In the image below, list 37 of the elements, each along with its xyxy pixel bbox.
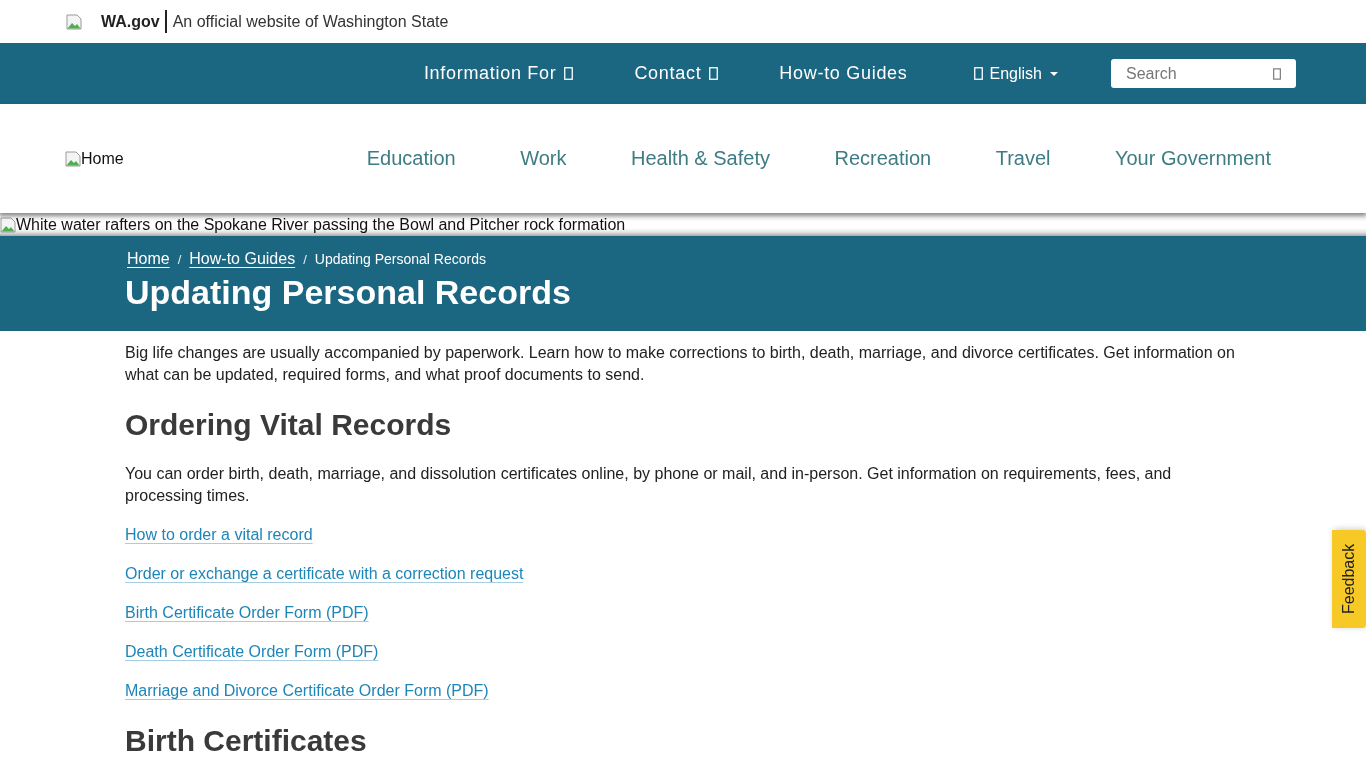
content-link[interactable]: How to order a vital record bbox=[125, 524, 313, 546]
feedback-tab[interactable]: Feedback bbox=[1332, 530, 1366, 628]
missing-glyph-icon bbox=[973, 67, 983, 80]
main-nav-link[interactable]: Education bbox=[366, 147, 456, 170]
content-link[interactable]: Order or exchange a certificate with a correction request bbox=[125, 563, 524, 585]
site-name: WA.gov bbox=[101, 12, 160, 31]
section-heading: Ordering Vital Records bbox=[125, 407, 453, 443]
broken-image-icon bbox=[65, 150, 81, 167]
search-field[interactable]: Search bbox=[1111, 59, 1296, 88]
page-title: Updating Personal Records bbox=[125, 272, 571, 312]
missing-glyph-icon bbox=[1273, 68, 1281, 80]
broken-image-icon bbox=[66, 13, 82, 30]
official-notice: An official website of Washington State bbox=[172, 12, 449, 31]
main-nav-link[interactable]: Travel bbox=[995, 147, 1051, 170]
body-paragraph: You can order birth, death, marriage, and dissolution certificates online, by phone or mail, and in-person. Get information on requirements, fees, and processing times. bbox=[125, 464, 1173, 506]
main-nav-link[interactable]: Health & Safety bbox=[630, 147, 770, 170]
main-nav-link[interactable]: Recreation bbox=[834, 147, 932, 170]
content-link[interactable]: Marriage and Divorce Certificate Order Form (PDF) bbox=[125, 680, 489, 702]
breadcrumb-link[interactable]: How-to Guides bbox=[189, 250, 296, 268]
content-link[interactable]: Death Certificate Order Form (PDF) bbox=[125, 641, 379, 663]
breadcrumb-link[interactable]: Home bbox=[127, 250, 170, 268]
caret-icon bbox=[1050, 71, 1058, 76]
broken-image-icon bbox=[0, 216, 16, 233]
nav-link[interactable]: Contact bbox=[634, 63, 719, 84]
nav-link[interactable]: Information For bbox=[423, 63, 574, 84]
section-heading: Birth Certificates bbox=[125, 723, 368, 759]
main-nav-link[interactable]: Work bbox=[520, 147, 567, 170]
breadcrumb-current: Updating Personal Records bbox=[314, 251, 486, 267]
breadcrumb-separator: / bbox=[303, 251, 307, 267]
breadcrumb-separator: / bbox=[177, 251, 182, 267]
logo-alt-text[interactable]: Home bbox=[81, 149, 124, 168]
content-link[interactable]: Birth Certificate Order Form (PDF) bbox=[125, 602, 369, 624]
language-selector[interactable]: English bbox=[973, 64, 1058, 83]
main-nav-link[interactable]: Your Government bbox=[1115, 147, 1271, 170]
image-alt-text: White water rafters on the Spokane River passing the Bowl and Pitcher rock formation bbox=[16, 215, 626, 234]
nav-link[interactable]: How-to Guides bbox=[779, 63, 908, 84]
body-paragraph: Big life changes are usually accompanied by paperwork. Learn how to make corrections to birth, death, marriage, and divorce certificates. Get information on what can be updated, required forms, and what proof documents to send. bbox=[125, 343, 1236, 385]
